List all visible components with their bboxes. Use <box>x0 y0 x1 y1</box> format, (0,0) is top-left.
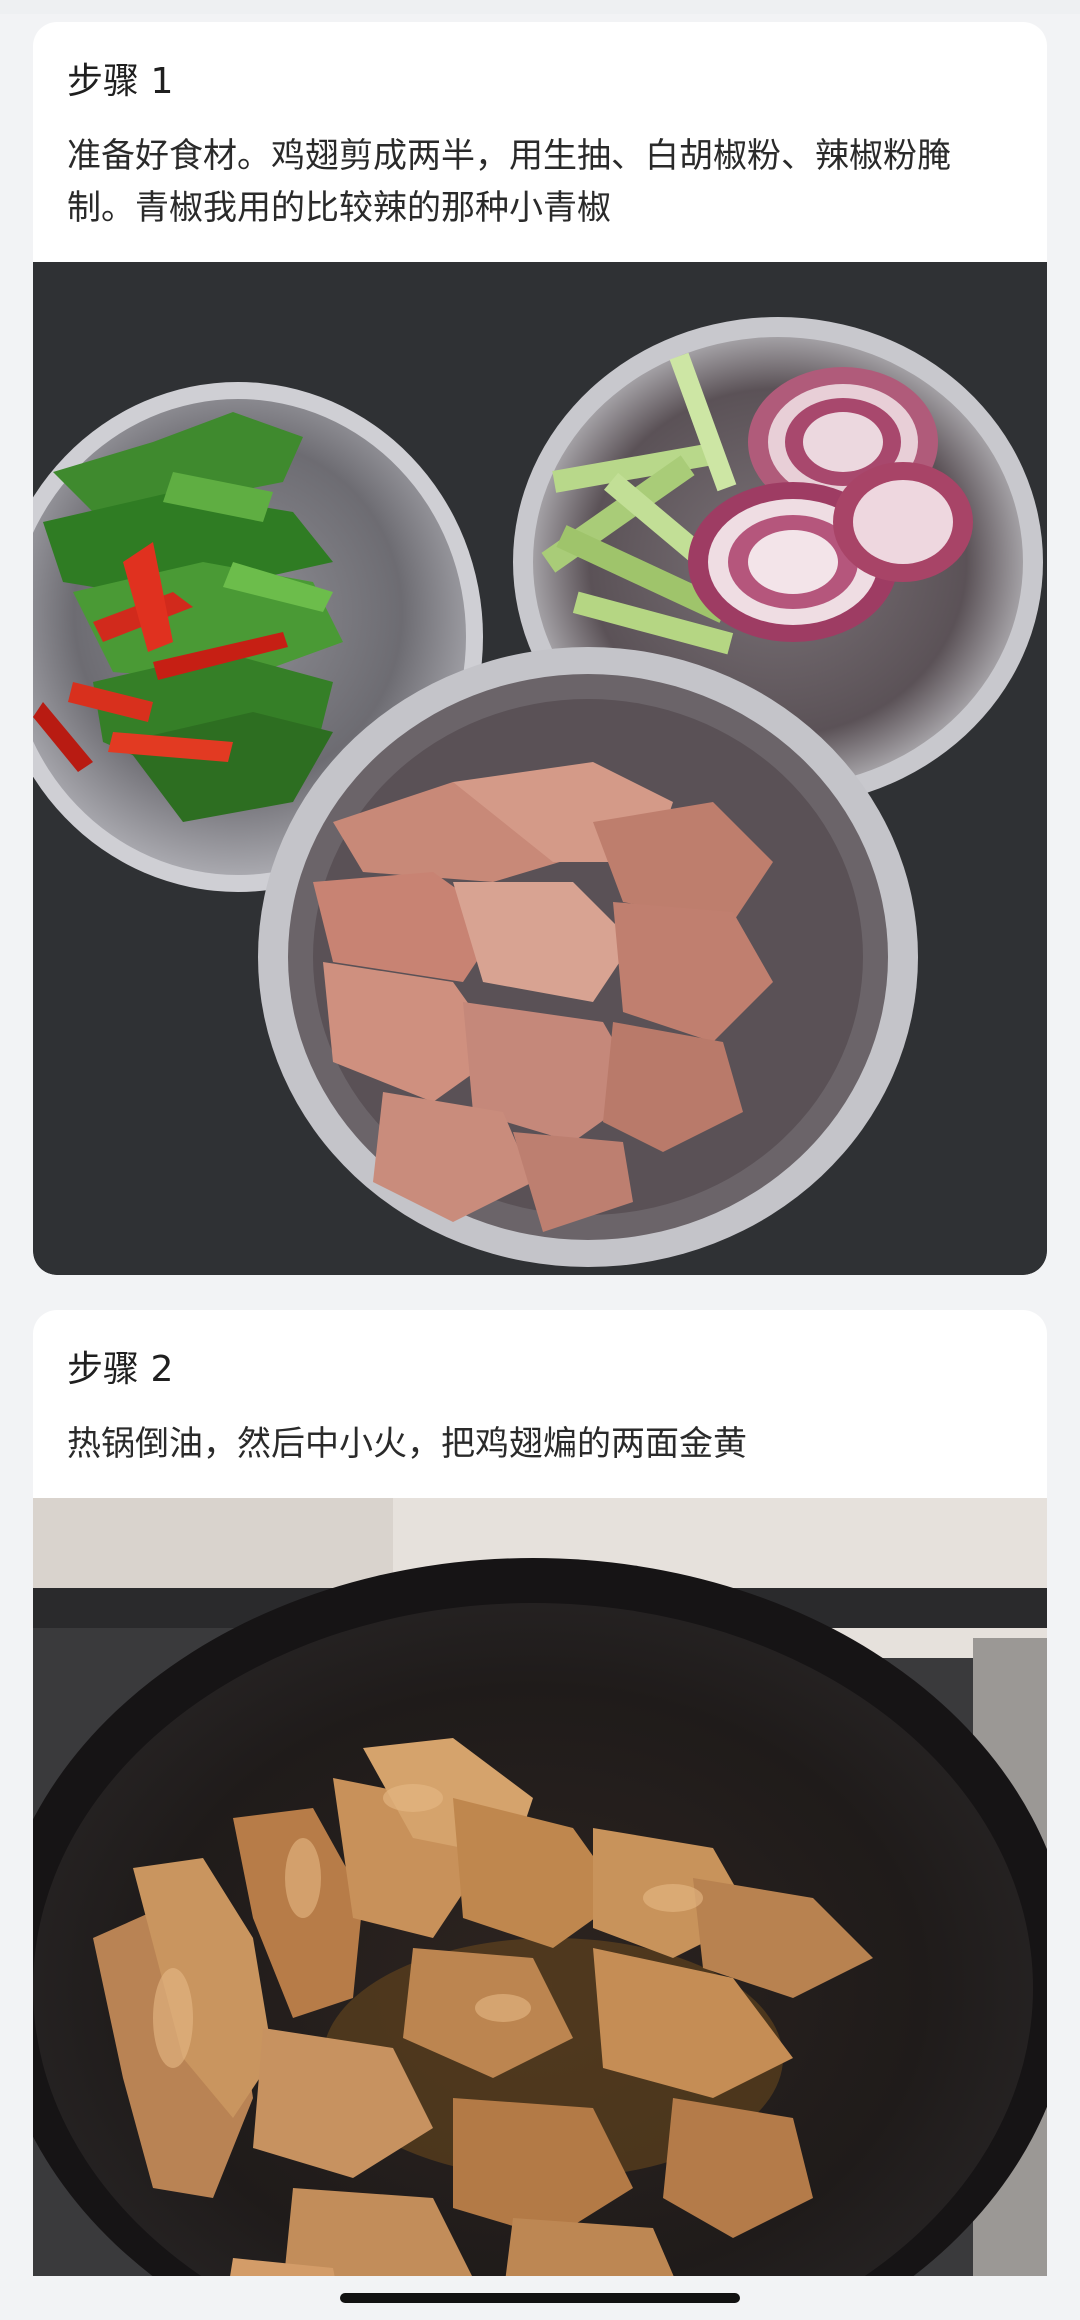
step-description: 热锅倒油，然后中小火，把鸡翅煸的两面金黄 <box>67 1424 747 1464</box>
status-strip <box>0 0 1080 14</box>
step-description: 准备好食材。鸡翅剪成两半，用生抽、白胡椒粉、辣椒粉腌制。青椒我用的比较辣的那种小… <box>67 136 951 228</box>
step-text-1: 步骤 1 准备好食材。鸡翅剪成两半，用生抽、白胡椒粉、辣椒粉腌制。青椒我用的比较… <box>33 22 1047 234</box>
step-photo-1[interactable] <box>33 262 1047 1275</box>
step-photo-2[interactable] <box>33 1498 1047 2320</box>
step-card-1: 步骤 1 准备好食材。鸡翅剪成两半，用生抽、白胡椒粉、辣椒粉腌制。青椒我用的比较… <box>33 22 1047 1275</box>
frying-wings-photo-icon <box>33 1498 1047 2320</box>
ingredients-photo-icon <box>33 262 1047 1275</box>
step-title: 步骤 1 <box>67 61 174 102</box>
step-title: 步骤 2 <box>67 1349 174 1390</box>
home-indicator[interactable] <box>340 2293 740 2303</box>
step-text-2: 步骤 2 热锅倒油，然后中小火，把鸡翅煸的两面金黄 <box>33 1310 1047 1470</box>
step-card-2: 步骤 2 热锅倒油，然后中小火，把鸡翅煸的两面金黄 <box>33 1310 1047 2320</box>
